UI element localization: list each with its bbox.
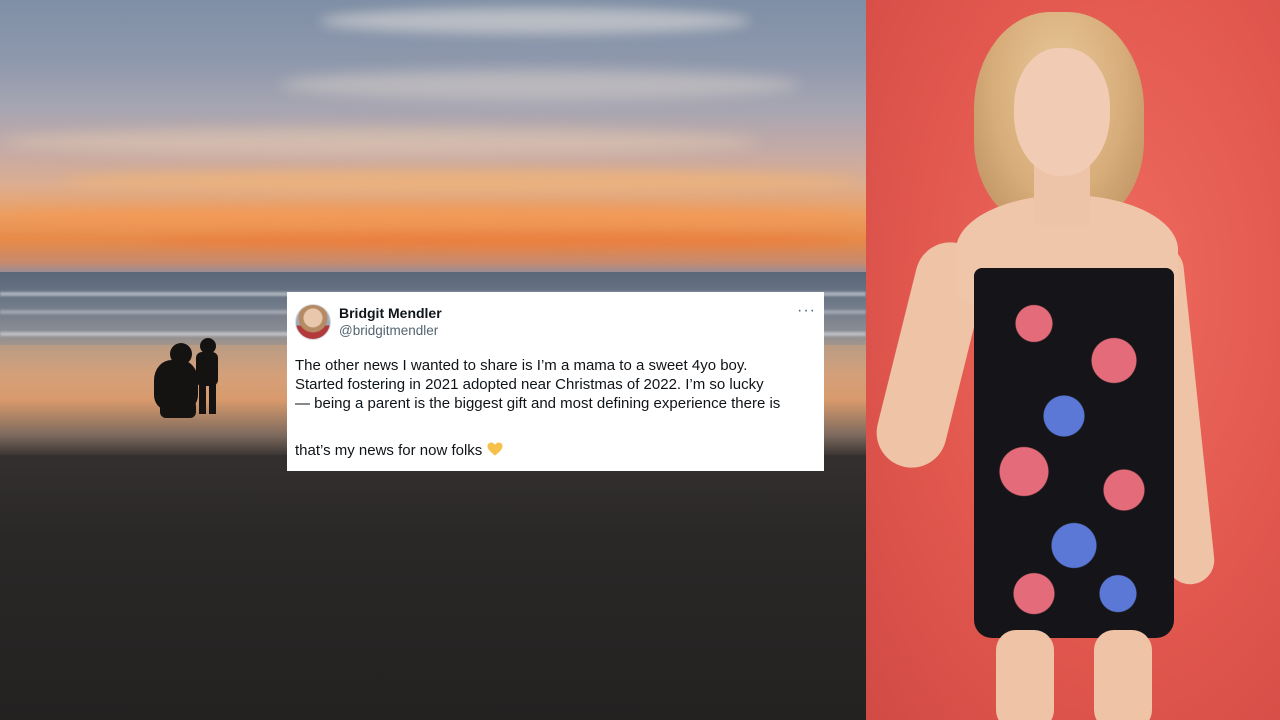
tweet-text: The other news I wanted to share is I’m …: [295, 356, 816, 460]
child-leg: [199, 384, 206, 414]
child-body: [196, 352, 218, 386]
tweet-line: The other news I wanted to share is I’m …: [295, 357, 748, 374]
cloud: [320, 8, 750, 34]
avatar[interactable]: [295, 304, 331, 340]
tweet-line: — being a parent is the biggest gift and…: [295, 395, 781, 412]
more-horizontal-icon[interactable]: ···: [797, 302, 816, 320]
face: [1014, 48, 1110, 176]
cloud: [0, 128, 760, 156]
dark-sand: [0, 455, 866, 720]
child-leg: [209, 384, 216, 414]
tweet-closing: that’s my news for now folks: [295, 441, 816, 460]
leg: [1094, 630, 1152, 720]
floral-dress: [974, 268, 1174, 638]
cloud: [60, 170, 860, 192]
tweet-line: Started fostering in 2021 adopted near C…: [295, 376, 764, 393]
cloud: [0, 205, 866, 231]
display-name[interactable]: Bridgit Mendler: [339, 304, 442, 322]
tweet-header: Bridgit Mendler @bridgitmendler: [295, 302, 816, 342]
author-names: Bridgit Mendler @bridgitmendler: [339, 304, 442, 340]
leg: [996, 630, 1054, 720]
tweet-card[interactable]: Bridgit Mendler @bridgitmendler ··· The …: [287, 292, 824, 471]
tweet-closing-text: that’s my news for now folks: [295, 442, 483, 459]
portrait-photo: [866, 0, 1280, 720]
user-handle[interactable]: @bridgitmendler: [339, 322, 442, 340]
yellow-heart-icon: [487, 442, 503, 456]
adult-legs: [160, 400, 196, 418]
cloud: [280, 70, 800, 100]
cloud: [150, 232, 850, 250]
